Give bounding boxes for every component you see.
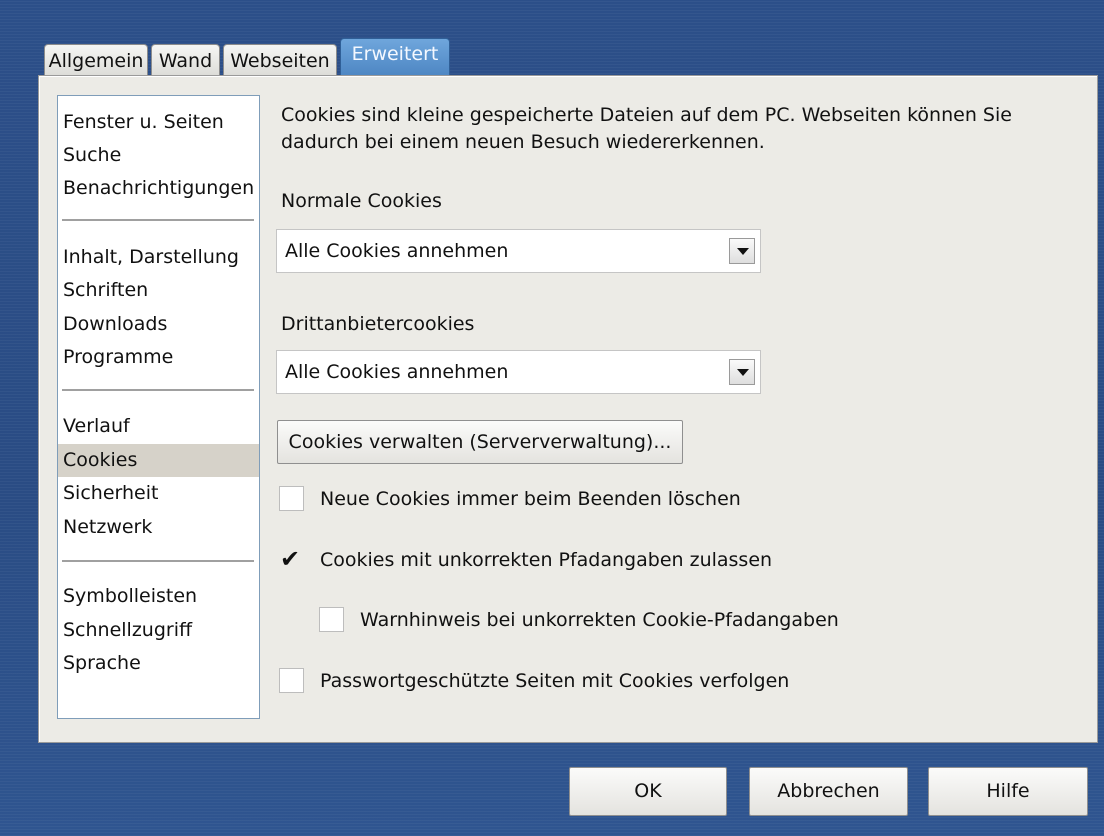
tab-allgemein[interactable]: Allgemein xyxy=(44,44,148,76)
sidebar-item-benachrichtigungen[interactable]: Benachrichtigungen xyxy=(58,172,259,205)
delete-cookies-on-exit-option[interactable]: Neue Cookies immer beim Beenden löschen xyxy=(279,484,879,514)
warn-invalid-path-option[interactable]: Warnhinweis bei unkorrekten Cookie-Pfada… xyxy=(319,605,919,635)
normal-cookies-label: Normale Cookies xyxy=(281,190,442,212)
ok-button[interactable]: OK xyxy=(569,767,727,816)
sidebar-item-sprache[interactable]: Sprache xyxy=(58,647,259,680)
track-password-pages-option[interactable]: Passwortgeschützte Seiten mit Cookies ve… xyxy=(279,666,879,696)
tab-wand[interactable]: Wand xyxy=(151,44,220,76)
normal-cookies-value: Alle Cookies annehmen xyxy=(285,240,509,262)
sidebar-item-symbolleisten[interactable]: Symbolleisten xyxy=(58,580,259,613)
allow-invalid-path-cookies-option[interactable]: ✔ Cookies mit unkorrekten Pfadangaben zu… xyxy=(279,545,879,575)
checkbox-label: Warnhinweis bei unkorrekten Cookie-Pfada… xyxy=(360,609,839,631)
sidebar-divider xyxy=(62,560,254,562)
checkbox-label: Passwortgeschützte Seiten mit Cookies ve… xyxy=(320,670,790,692)
sidebar-item-sicherheit[interactable]: Sicherheit xyxy=(58,477,259,510)
normal-cookies-select[interactable]: Alle Cookies annehmen xyxy=(276,229,761,273)
dropdown-arrow-icon[interactable] xyxy=(729,238,755,264)
third-party-cookies-value: Alle Cookies annehmen xyxy=(285,361,509,383)
dropdown-arrow-icon[interactable] xyxy=(729,359,755,385)
description-line: Cookies sind kleine gespeicherte Dateien… xyxy=(281,104,1012,126)
sidebar-item-inhalt-darstellung[interactable]: Inhalt, Darstellung xyxy=(58,241,259,274)
sidebar-item-schnellzugriff[interactable]: Schnellzugriff xyxy=(58,614,259,647)
sidebar-item-suche[interactable]: Suche xyxy=(58,139,259,172)
tab-webseiten[interactable]: Webseiten xyxy=(223,44,337,76)
delete-cookies-checkbox[interactable] xyxy=(279,486,304,511)
checkmark-icon: ✔ xyxy=(280,545,301,573)
track-password-pages-checkbox[interactable] xyxy=(279,668,304,693)
sidebar-item-fenster-seiten[interactable]: Fenster u. Seiten xyxy=(58,106,259,139)
tab-erweitert[interactable]: Erweitert xyxy=(340,38,450,76)
settings-sidebar: Fenster u. Seiten Suche Benachrichtigung… xyxy=(57,95,260,719)
third-party-cookies-label: Drittanbietercookies xyxy=(281,313,475,335)
cancel-button[interactable]: Abbrechen xyxy=(749,767,908,816)
sidebar-item-downloads[interactable]: Downloads xyxy=(58,308,259,341)
manage-cookies-button[interactable]: Cookies verwalten (Serververwaltung)... xyxy=(277,420,683,464)
cookies-description: Cookies sind kleine gespeicherte Dateien… xyxy=(281,102,1051,156)
sidebar-item-netzwerk[interactable]: Netzwerk xyxy=(58,511,259,544)
description-line: dadurch bei einem neuen Besuch wiedererk… xyxy=(281,131,765,153)
checkbox-label: Cookies mit unkorrekten Pfadangaben zula… xyxy=(320,549,773,571)
help-button[interactable]: Hilfe xyxy=(928,767,1088,816)
allow-invalid-path-checkbox[interactable]: ✔ xyxy=(279,545,304,573)
sidebar-item-programme[interactable]: Programme xyxy=(58,341,259,374)
sidebar-item-cookies[interactable]: Cookies xyxy=(58,444,259,477)
sidebar-divider xyxy=(62,219,254,221)
sidebar-item-schriften[interactable]: Schriften xyxy=(58,274,259,307)
checkbox-label: Neue Cookies immer beim Beenden löschen xyxy=(320,488,741,510)
sidebar-divider xyxy=(62,389,254,391)
third-party-cookies-select[interactable]: Alle Cookies annehmen xyxy=(276,350,761,394)
warn-invalid-path-checkbox[interactable] xyxy=(319,607,344,632)
sidebar-item-verlauf[interactable]: Verlauf xyxy=(58,410,259,443)
